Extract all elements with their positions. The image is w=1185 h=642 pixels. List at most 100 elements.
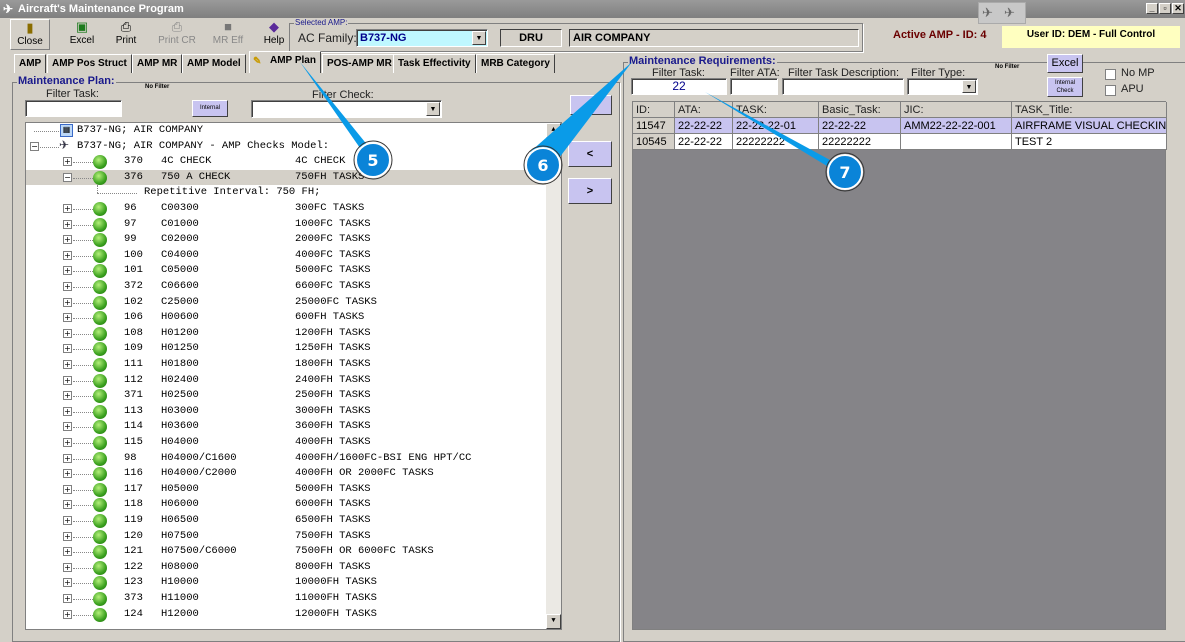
ac-family-select[interactable]: B737-NG ▼	[356, 29, 488, 47]
expand-icon[interactable]: +	[63, 250, 72, 260]
expand-icon[interactable]: +	[63, 500, 72, 510]
plan-filter-task-input[interactable]	[25, 100, 122, 117]
tree-check-node[interactable]: +111 H01800 1800FH TASKS	[26, 357, 548, 373]
move-right-button[interactable]: >	[568, 178, 612, 204]
tree-check-node[interactable]: +117 H05000 5000FH TASKS	[26, 482, 548, 498]
print-button[interactable]: ⎙ Print	[108, 19, 144, 50]
plane-top-icon[interactable]: ✈	[1004, 5, 1015, 21]
expand-icon[interactable]: +	[63, 360, 72, 369]
expand-icon[interactable]: +	[63, 235, 72, 245]
maintenance-plan-tree[interactable]: ▦ B737-NG; AIR COMPANY − ✈ B737-NG; AIR COMP…	[25, 122, 562, 630]
tree-check-node[interactable]: +106 H00600 600FH TASKS	[26, 310, 548, 326]
tree-check-node[interactable]: +370 4C CHECK 4C CHECK	[26, 154, 548, 170]
expand-icon[interactable]: +	[63, 484, 72, 494]
expand-icon[interactable]: +	[63, 547, 72, 557]
expand-icon[interactable]: +	[63, 531, 72, 541]
tree-check-node[interactable]: +371 H02500 2500FH TASKS	[26, 388, 548, 404]
column-header[interactable]: ID:	[633, 102, 675, 118]
expand-icon[interactable]: +	[63, 438, 72, 447]
expand-icon[interactable]: +	[63, 282, 72, 291]
expand-icon[interactable]: +	[63, 578, 72, 588]
column-header[interactable]: TASK:	[733, 102, 819, 118]
tree-scrollbar[interactable]: ▲ ▼	[546, 123, 561, 629]
tree-check-node[interactable]: +98 H04000/C1600 4000FH/1600FC-BSI ENG HPT…	[26, 451, 548, 467]
tree-check-node[interactable]: +97 C01000 1000FC TASKS	[26, 217, 548, 233]
tree-check-node[interactable]: +113 H03000 3000FH TASKS	[26, 404, 548, 420]
tab-mrb-category[interactable]: MRB Category	[476, 54, 555, 73]
expand-icon[interactable]: +	[63, 516, 72, 525]
expand-icon[interactable]: +	[63, 609, 72, 619]
minimize-button[interactable]: _	[1146, 3, 1158, 14]
print-cr-button[interactable]: ⎙ Print CR	[155, 19, 199, 50]
tab-amp-model[interactable]: AMP Model	[182, 54, 246, 73]
tree-model-node[interactable]: − ✈ B737-NG; AIR COMPANY - AMP Checks Mode…	[26, 139, 548, 155]
restore-button[interactable]: ▫	[1159, 3, 1171, 14]
expand-icon[interactable]: +	[63, 157, 72, 167]
column-header[interactable]: JIC:	[901, 102, 1012, 118]
expand-icon[interactable]: +	[63, 422, 72, 432]
req-internal-check-button[interactable]: Internal Check	[1047, 77, 1083, 97]
tree-check-node[interactable]: +109 H01250 1250FH TASKS	[26, 341, 548, 357]
tree-check-node[interactable]: +99 C02000 2000FC TASKS	[26, 232, 548, 248]
tree-check-node[interactable]: +116 H04000/C2000 4000FH OR 2000FC TASKS	[26, 466, 548, 482]
expand-icon[interactable]: +	[63, 313, 72, 323]
scroll-down-button[interactable]: ▼	[546, 614, 561, 629]
expand-icon[interactable]: +	[63, 297, 72, 307]
tree-check-node[interactable]: +372 C06600 6600FC TASKS	[26, 279, 548, 295]
tree-root-node[interactable]: ▦ B737-NG; AIR COMPANY	[26, 123, 548, 139]
close-window-button[interactable]: ✕	[1172, 3, 1184, 14]
expand-icon[interactable]: +	[63, 594, 72, 603]
filter-check-select[interactable]: ▼	[251, 100, 442, 118]
expand-icon[interactable]: +	[63, 406, 72, 416]
expand-icon[interactable]: +	[63, 344, 72, 354]
expand-icon[interactable]: +	[63, 266, 72, 276]
expand-icon[interactable]: +	[63, 204, 72, 213]
tab-amp-plan[interactable]: ✎ AMP Plan	[249, 51, 321, 73]
tree-check-node[interactable]: +124 H12000 12000FH TASKS	[26, 607, 548, 623]
tree-check-node[interactable]: +118 H06000 6000FH TASKS	[26, 497, 548, 513]
tree-check-node[interactable]: +100 C04000 4000FC TASKS	[26, 248, 548, 264]
tree-check-node[interactable]: +115 H04000 4000FH TASKS	[26, 435, 548, 451]
filter-ata-input[interactable]	[730, 78, 778, 95]
filter-desc-input[interactable]	[782, 78, 904, 95]
tree-check-node[interactable]: +120 H07500 7500FH TASKS	[26, 529, 548, 545]
expand-icon[interactable]: +	[63, 391, 72, 401]
help-button[interactable]: ◆ Help	[262, 19, 286, 50]
move-left-button[interactable]: <	[568, 141, 612, 167]
tree-check-node[interactable]: +108 H01200 1200FH TASKS	[26, 326, 548, 342]
close-button[interactable]: ▮ Close	[10, 19, 50, 50]
tab-amp[interactable]: AMP	[14, 54, 47, 73]
chevron-down-icon[interactable]: ▼	[472, 31, 486, 45]
filter-type-select[interactable]: ▼	[907, 78, 978, 95]
expand-icon[interactable]: +	[63, 453, 72, 463]
requirements-grid[interactable]: ID: ATA: TASK: Basic_Task: JIC: TASK_Title: 11…	[632, 101, 1167, 630]
no-mp-checkbox[interactable]	[1105, 69, 1116, 80]
tree-check-node[interactable]: +96 C00300 300FC TASKS	[26, 201, 548, 217]
req-filter-task-input[interactable]: 22	[631, 78, 727, 95]
tree-check-node[interactable]: +122 H08000 8000FH TASKS	[26, 560, 548, 576]
chevron-down-icon[interactable]: ▼	[962, 80, 976, 93]
tree-check-node[interactable]: +112 H02400 2400FH TASKS	[26, 373, 548, 389]
tree-check-node[interactable]: +102 C25000 25000FC TASKS	[26, 295, 548, 311]
tab-pos-amp-mr[interactable]: POS-AMP MR	[322, 54, 397, 73]
tab-task-effectivity[interactable]: Task Effectivity	[393, 54, 476, 73]
tree-check-node[interactable]: +373 H11000 11000FH TASKS	[26, 591, 548, 607]
scroll-up-button[interactable]: ▲	[546, 123, 561, 138]
apu-checkbox[interactable]	[1105, 85, 1116, 96]
plane-icon[interactable]: ✈	[982, 5, 993, 21]
tab-amp-pos-struct[interactable]: AMP Pos Struct	[47, 54, 132, 73]
column-header[interactable]: Basic_Task:	[819, 102, 901, 118]
mr-eff-button[interactable]: ■ MR Eff	[208, 19, 248, 50]
chevron-down-icon[interactable]: ▼	[426, 102, 440, 116]
tree-check-node[interactable]: − 376 750 A CHECK 750FH TASKS	[26, 169, 548, 186]
plan-internal-button[interactable]: Internal	[192, 100, 228, 117]
collapse-icon[interactable]: −	[30, 141, 39, 151]
tree-check-node[interactable]: +119 H06500 6500FH TASKS	[26, 513, 548, 529]
column-header[interactable]: TASK_Title:	[1012, 102, 1167, 118]
excel-button[interactable]: ▣ Excel	[63, 19, 101, 50]
expand-icon[interactable]: +	[63, 328, 72, 338]
tree-check-node[interactable]: +101 C05000 5000FC TASKS	[26, 263, 548, 279]
tab-amp-mr[interactable]: AMP MR	[132, 54, 183, 73]
move-up-button[interactable]	[570, 95, 612, 115]
expand-icon[interactable]: +	[63, 562, 72, 572]
